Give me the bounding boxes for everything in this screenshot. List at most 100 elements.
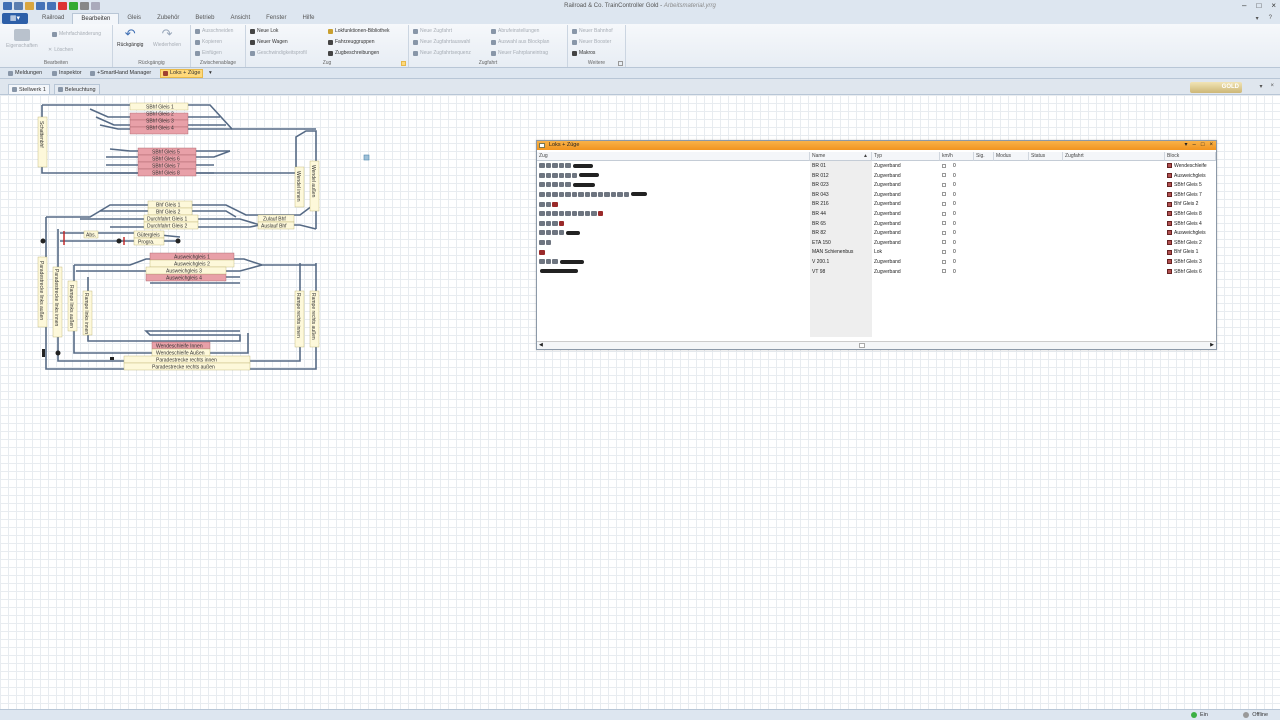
neuer-bahnhof-button[interactable]: Neuer Bahnhof	[572, 28, 613, 34]
doc-tab-stellwerk-1[interactable]: Stellwerk 1	[8, 84, 50, 94]
redo-button[interactable]: ↷ Wiederholen	[153, 27, 181, 48]
meldungen-button[interactable]: Meldungen	[6, 69, 44, 78]
table-row[interactable]: BR 043 Zugverband 0 SBhf Gleis 7	[537, 191, 1216, 201]
table-row[interactable]: ETA 150 Zugverband 0 SBhf Gleis 2	[537, 239, 1216, 249]
column-header-status[interactable]: Status	[1029, 152, 1063, 161]
weitere-dialog-launcher[interactable]	[618, 61, 623, 66]
tab-bearbeiten[interactable]: Bearbeiten	[72, 13, 120, 24]
table-row[interactable]: BR 023 Zugverband 0 SBhf Gleis 5	[537, 181, 1216, 191]
column-header-block[interactable]: Block	[1165, 152, 1216, 161]
locos-window-titlebar[interactable]: Loks + Züge ▾ – □ ×	[537, 141, 1216, 150]
table-row[interactable]: BR 01 Zugverband 0 Wendeschleife	[537, 162, 1216, 172]
signal-icon[interactable]	[175, 238, 181, 244]
smarthand-manager-button[interactable]: +SmartHand Manager	[88, 69, 153, 78]
close-icon[interactable]: ×	[1271, 1, 1276, 10]
doc-tab-beleuchtung[interactable]: Beleuchtung	[54, 84, 100, 94]
tab-betrieb[interactable]: Betrieb	[187, 13, 222, 24]
column-header-modus[interactable]: Modus	[994, 152, 1029, 161]
scroll-left-icon[interactable]: ◀	[539, 342, 543, 348]
signal-icon[interactable]	[55, 350, 61, 356]
neuer-booster-button[interactable]: Neuer Booster	[572, 39, 611, 45]
tab-fenster[interactable]: Fenster	[258, 13, 294, 24]
locos-trains-window[interactable]: Loks + Züge ▾ – □ × Zug Name ▲ Typ km/h S…	[536, 140, 1217, 350]
neue-lok-button[interactable]: Neue Lok	[250, 28, 278, 34]
auswahl-blockplan-button[interactable]: Auswahl aus Blockplan	[491, 39, 549, 45]
lokfunktionen-button[interactable]: Lokfunktionen-Bibliothek	[328, 28, 389, 34]
column-header-name[interactable]: Name ▲	[810, 152, 872, 161]
column-header-typ[interactable]: Typ	[872, 152, 940, 161]
scroll-thumb[interactable]	[859, 343, 865, 348]
loks-zuege-button[interactable]: Loks + Züge	[160, 69, 204, 78]
neue-zugfahrt-button[interactable]: Neue Zugfahrt	[413, 28, 452, 34]
tab-hilfe[interactable]: Hilfe	[294, 13, 322, 24]
zug-dialog-launcher[interactable]	[401, 61, 406, 66]
signal-icon[interactable]	[110, 357, 114, 360]
maximize-icon[interactable]: □	[1201, 141, 1205, 150]
minimize-icon[interactable]: –	[1242, 1, 1246, 10]
tab-gleis[interactable]: Gleis	[119, 13, 149, 24]
table-row[interactable]: BR 216 Zugverband 0 Bhf Gleis 2	[537, 200, 1216, 210]
geschwindigkeitsprofil-button[interactable]: Geschwindigkeitsprofil	[250, 50, 307, 56]
table-row[interactable]: BR 82 Zugverband 0 Ausweichgleis	[537, 229, 1216, 239]
undo-button[interactable]: ↶ Rückgängig	[117, 27, 143, 48]
loeschen-button[interactable]: ✕ Löschen	[48, 47, 73, 53]
speed-cell: 0	[940, 162, 974, 172]
doc-options-icon[interactable]: ▾	[1259, 83, 1262, 90]
toolbar-more-icon[interactable]: ▾	[207, 69, 214, 78]
column-header-kmh[interactable]: km/h	[940, 152, 974, 161]
train-consist	[537, 220, 810, 230]
kopieren-button[interactable]: Kopieren	[195, 39, 222, 45]
maximize-icon[interactable]: □	[1256, 1, 1261, 10]
doc-close-icon[interactable]: ×	[1270, 83, 1274, 90]
neue-zugfahrtauswahl-button[interactable]: Neue Zugfahrtauswahl	[413, 39, 470, 45]
power-status[interactable]: Ein	[1191, 712, 1208, 718]
menu-right-controls: ▾ ?	[1256, 15, 1272, 22]
selection-handle[interactable]	[363, 154, 370, 161]
signal-icon[interactable]	[116, 238, 122, 244]
app-menu-button[interactable]: ▦▾	[2, 13, 28, 24]
neuer-fahrplaneintrag-button[interactable]: Neuer Fahrplaneintrag	[491, 50, 548, 56]
tab-ansicht[interactable]: Ansicht	[222, 13, 258, 24]
scroll-right-icon[interactable]: ▶	[1210, 342, 1214, 348]
signal-icon[interactable]	[42, 349, 45, 357]
column-header-sig[interactable]: Sig.	[974, 152, 994, 161]
block-label: Durchfahrt Gleis 1	[147, 217, 188, 223]
neuer-wagen-button[interactable]: Neuer Wagen	[250, 39, 288, 45]
fahrzeuggruppen-button[interactable]: Fahrzeuggruppen	[328, 39, 374, 45]
redo-arrow-icon: ↷	[161, 26, 173, 41]
column-header-zugfahrt[interactable]: Zugfahrt	[1063, 152, 1165, 161]
speed-value: 0	[953, 201, 956, 208]
block-icon	[1167, 201, 1172, 207]
table-row[interactable]: BR 65 Zugverband 0 SBhf Gleis 4	[537, 220, 1216, 230]
close-icon[interactable]: ×	[1209, 141, 1213, 150]
abrufeinstellungen-button[interactable]: Abrufeinstellungen	[491, 28, 539, 34]
speed-indicator-icon	[942, 163, 946, 168]
einfuegen-button[interactable]: Einfügen	[195, 50, 222, 56]
speed-value: 0	[953, 172, 956, 179]
eigenschaften-button[interactable]: Eigenschaften	[6, 29, 38, 49]
track-diagram[interactable]: SBhf Gleis 1 SBhf Gleis 2 SBhf Gleis 3 S…	[0, 95, 540, 385]
signal-icon[interactable]	[40, 238, 46, 244]
connection-status[interactable]: Offline	[1243, 712, 1268, 718]
table-row[interactable]: BR 012 Zugverband 0 Ausweichgleis	[537, 172, 1216, 182]
help-icon[interactable]: ?	[1269, 15, 1272, 22]
zugbeschreibungen-button[interactable]: Zugbeschreibungen	[328, 50, 379, 56]
table-row[interactable]: MAN Schienenbus Lok 0 Bhf Gleis 1	[537, 248, 1216, 258]
switchboard-canvas[interactable]: SBhf Gleis 1 SBhf Gleis 2 SBhf Gleis 3 S…	[0, 94, 1280, 709]
mehrfachaenderung-button[interactable]: Mehrfachänderung	[52, 31, 101, 37]
ribbon-options-icon[interactable]: ▾	[1256, 15, 1259, 22]
makros-button[interactable]: Makros	[572, 50, 595, 56]
table-row[interactable]: V 200.1 Zugverband 0 SBhf Gleis 3	[537, 258, 1216, 268]
horizontal-scrollbar[interactable]: ◀ ▶	[537, 341, 1216, 349]
inspektor-button[interactable]: Inspektor	[50, 69, 84, 78]
tab-zubehoer[interactable]: Zubehör	[149, 13, 187, 24]
tab-railroad[interactable]: Railroad	[34, 13, 72, 24]
gold-edition-logo: GOLD	[1190, 82, 1242, 93]
column-header-zug[interactable]: Zug	[537, 152, 810, 161]
minimize-icon[interactable]: –	[1193, 141, 1196, 150]
ausschneiden-button[interactable]: Ausschneiden	[195, 28, 233, 34]
table-row[interactable]: BR 44 Zugverband 0 SBhf Gleis 8	[537, 210, 1216, 220]
neue-zugfahrtsequenz-button[interactable]: Neue Zugfahrtsequenz	[413, 50, 471, 56]
pin-icon[interactable]: ▾	[1185, 141, 1188, 150]
table-row[interactable]: VT 98 Zugverband 0 SBhf Gleis 6	[537, 268, 1216, 278]
